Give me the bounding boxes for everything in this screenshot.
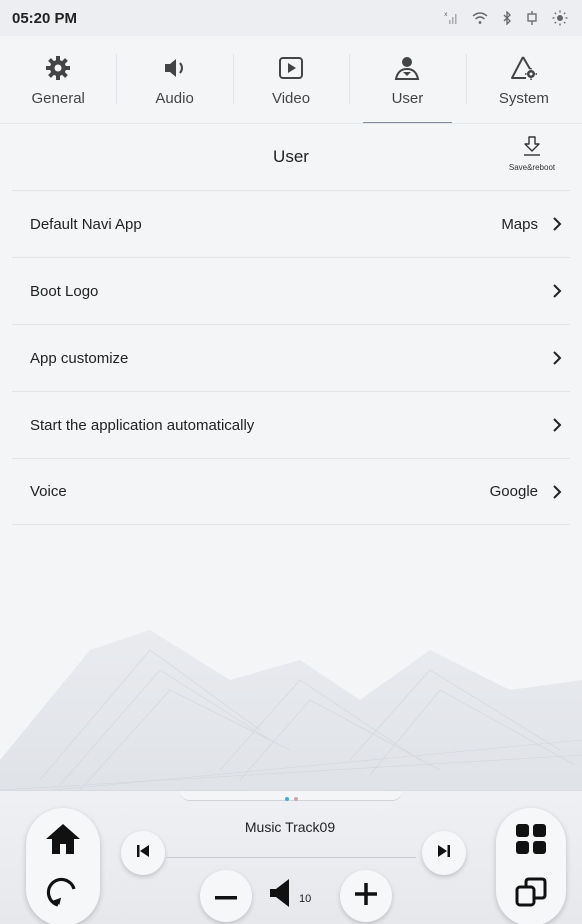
page-header: User Save&reboot [0,124,582,190]
wifi-icon [472,11,488,25]
clock: 05:20 PM [12,9,78,27]
volume-level: 10 [299,893,312,905]
tab-label: Video [271,89,311,107]
skip-previous-icon [135,843,151,864]
now-playing-title: Music Track09 [244,819,336,835]
minus-icon [215,887,237,905]
chevron-right-icon [552,216,564,232]
chevron-right-icon [552,283,564,299]
grid-icon [515,823,547,860]
setting-label: Start the application automatically [30,416,255,434]
settings-tabs: General Audio Video User System [0,36,582,124]
system-icon [510,54,538,82]
speaker-icon [161,54,189,82]
svg-text:x: x [444,11,448,18]
setting-label: Boot Logo [30,282,99,300]
setting-voice[interactable]: Voice Google [12,458,570,525]
page-indicator [285,797,298,801]
tab-label: User [391,89,424,107]
play-icon [277,54,305,82]
plus-icon [355,882,377,910]
progress-bar[interactable] [166,857,416,858]
background-mountains [0,630,582,800]
usb-icon [526,11,538,25]
volume-down-button[interactable] [200,870,252,922]
volume-up-button[interactable] [340,870,392,922]
settings-list: Default Navi App Maps Boot Logo App cust… [12,190,570,525]
download-icon [523,136,541,161]
apps-button[interactable] [507,818,555,864]
chevron-right-icon [552,350,564,366]
right-control-pill [496,808,566,924]
status-icons: x [444,10,568,26]
tab-user[interactable]: User [349,36,465,124]
left-control-pill [26,808,100,924]
page-dot-active [285,797,289,801]
setting-label: App customize [30,349,129,367]
page-title: User [273,147,309,166]
bluetooth-icon [502,11,512,25]
setting-app-customize[interactable]: App customize [12,324,570,391]
tab-general[interactable]: General [0,36,116,124]
brightness-icon [552,10,568,26]
back-button[interactable] [39,870,87,918]
chevron-right-icon [552,417,564,433]
prev-track-button[interactable] [121,831,165,875]
tab-label: System [498,89,549,107]
gear-icon [44,54,72,82]
setting-boot-logo[interactable]: Boot Logo [12,257,570,324]
setting-label: Default Navi App [30,215,142,233]
save-reboot-button[interactable]: Save&reboot [504,136,560,180]
save-reboot-label: Save&reboot [508,163,556,172]
setting-value: Maps [501,215,538,233]
chevron-right-icon [552,484,564,500]
tab-label: General [31,89,85,107]
no-signal-icon: x [444,11,458,25]
tab-audio[interactable]: Audio [116,36,232,124]
volume-icon [267,876,291,915]
recent-apps-icon [515,876,547,913]
skip-next-icon [436,843,452,864]
user-icon [393,54,421,82]
next-track-button[interactable] [422,831,466,875]
setting-value: Google [489,483,538,500]
setting-autostart[interactable]: Start the application automatically [12,391,570,458]
tab-system[interactable]: System [465,36,582,124]
page-dot [294,797,298,801]
home-button[interactable] [39,818,87,864]
home-icon [45,823,81,860]
setting-label: Voice [30,483,67,500]
recent-apps-button[interactable] [507,870,555,918]
back-icon [46,875,80,914]
status-bar: 05:20 PM x [0,0,582,36]
setting-default-navi-app[interactable]: Default Navi App Maps [12,190,570,257]
tab-label: Audio [155,89,194,107]
tab-video[interactable]: Video [232,36,349,124]
